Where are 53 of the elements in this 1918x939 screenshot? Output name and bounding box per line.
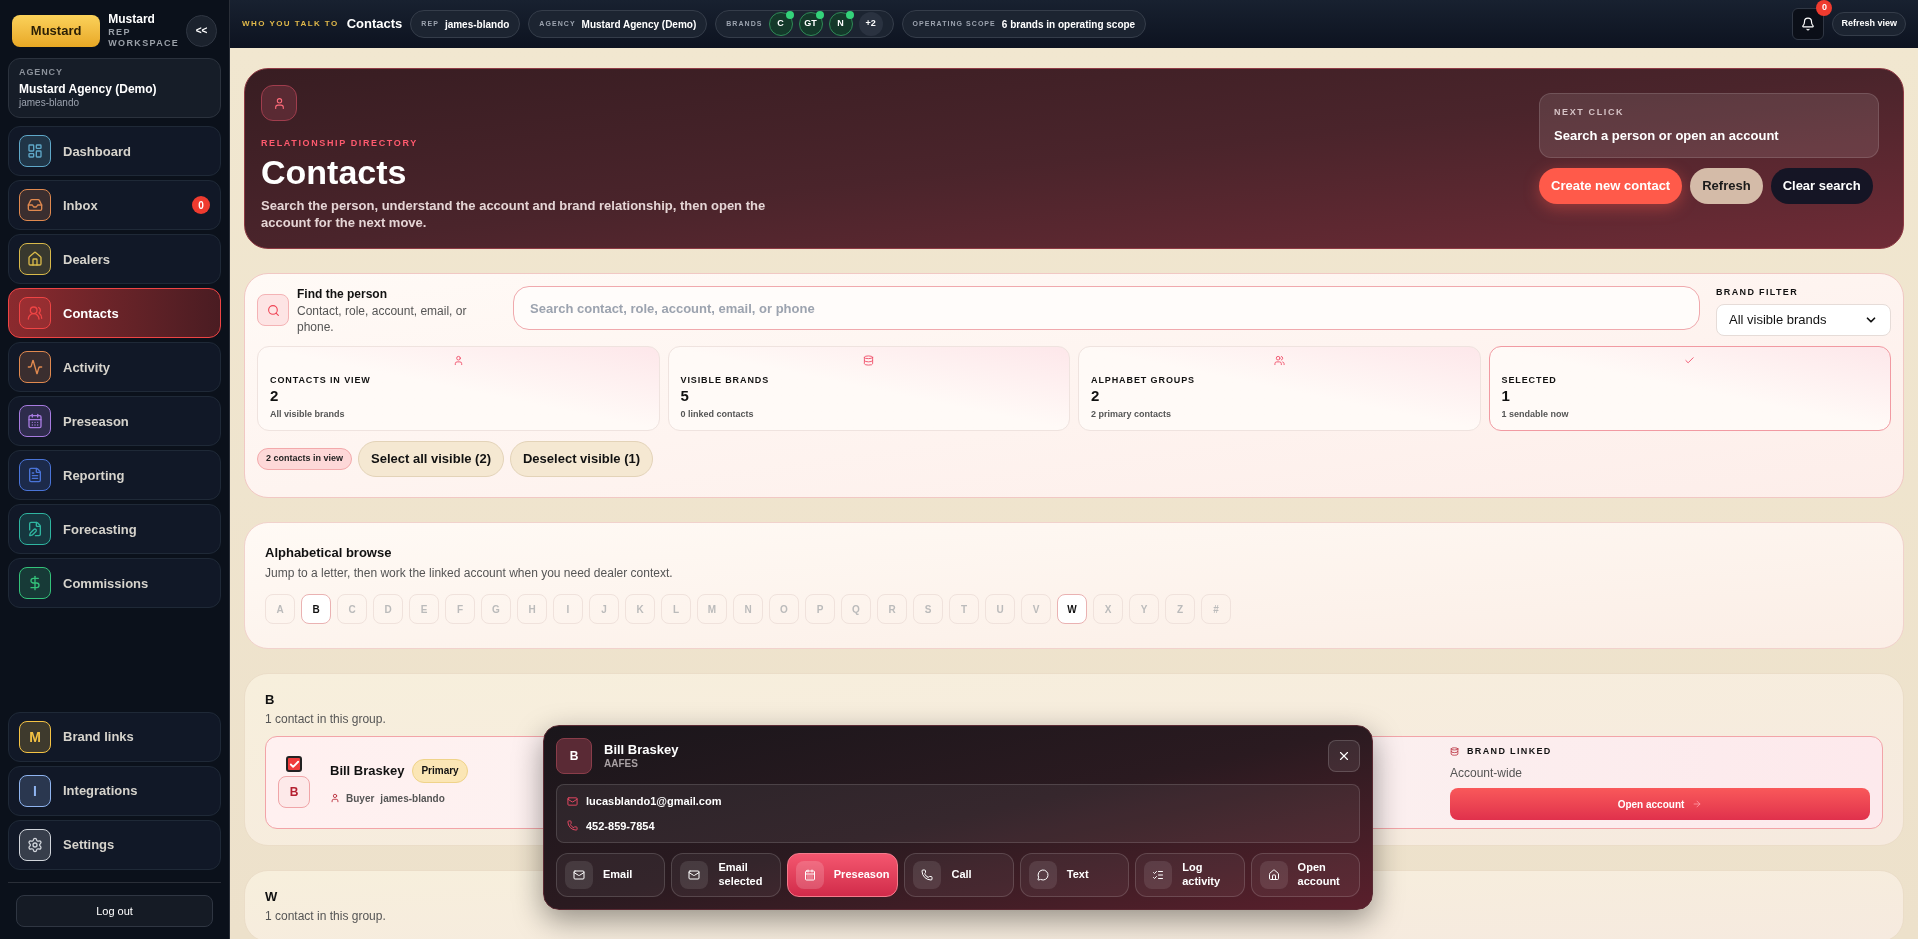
group-note: 1 contact in this group. [265,710,387,728]
popover-email: lucasblando1@gmail.com [586,794,722,809]
chip-value: Mustard Agency (Demo) [581,17,697,32]
page-description: Search the person, understand the account and brand relationship, then open the account for the next move. [261,196,767,233]
popover-account: AAFES [604,757,639,771]
nav-letter-icon: I [33,781,37,801]
alphabet-description: Jump to a letter, then work the linked account when you need dealer context. [265,565,674,582]
contact-name: Bill Braskey [330,762,405,780]
contact-owner: james-blando [380,791,445,806]
stat-value: 2 [1091,387,1101,406]
contact-role: Buyer [346,791,375,806]
group-note: 1 contact in this group. [265,907,387,925]
brand-linked-value: Account-wide [1450,765,1524,782]
stat-label: CONTACTS IN VIEW [270,373,372,387]
stat-note: 2 primary contacts [1091,408,1173,421]
find-title: Find the person [297,286,388,303]
next-click-label: NEXT CLICK [1554,106,1626,119]
workspace-title: Mustard [108,12,156,27]
alphabet-title: Alphabetical browse [265,543,393,562]
topbar-eyebrow: WHO YOU TALK TO [242,18,339,30]
group-letter: W [265,888,279,906]
popover-phone: 452-859-7854 [586,818,655,834]
chip-value: james-blando [444,17,510,32]
notification-badge: 0 [1816,0,1833,16]
popover-avatar: B [556,738,592,774]
nav-letter-icon: M [29,727,41,747]
stat-value: 5 [680,387,690,406]
page-title: Contacts [261,154,408,189]
count-chip: 2 contacts in view [257,447,353,470]
stat-note: 1 sendable now [1501,408,1570,421]
count-badge: 0 [192,196,210,215]
stat-label: ALPHABET GROUPS [1091,373,1196,387]
primary-badge: Primary [412,758,468,783]
popover-name: Bill Braskey [604,741,680,758]
group-letter: B [265,691,276,709]
agency-name: Mustard Agency (Demo) [19,81,158,97]
stat-value: 2 [270,387,280,406]
chip-value: 6 brands in operating scope [1001,17,1136,32]
find-description: Contact, role, account, email, or phone. [297,302,468,336]
stat-label: SELECTED [1501,373,1558,387]
stat-label: VISIBLE BRANDS [680,373,771,387]
agency-user: james-blando [19,96,81,110]
stat-note: All visible brands [270,408,346,421]
header-eyebrow: RELATIONSHIP DIRECTORY [261,137,419,150]
stat-value: 1 [1501,387,1511,406]
agency-label: AGENCY [19,66,64,78]
contact-avatar: B [278,776,310,809]
next-click-text: Search a person or open an account [1554,126,1780,145]
brand-linked-label: BRAND LINKED [1467,744,1552,758]
stat-note: 0 linked contacts [680,408,755,421]
brand-filter-label: BRAND FILTER [1716,286,1800,300]
workspace-subtitle: REP WORKSPACE [108,27,179,50]
topbar-title: Contacts [346,15,403,34]
